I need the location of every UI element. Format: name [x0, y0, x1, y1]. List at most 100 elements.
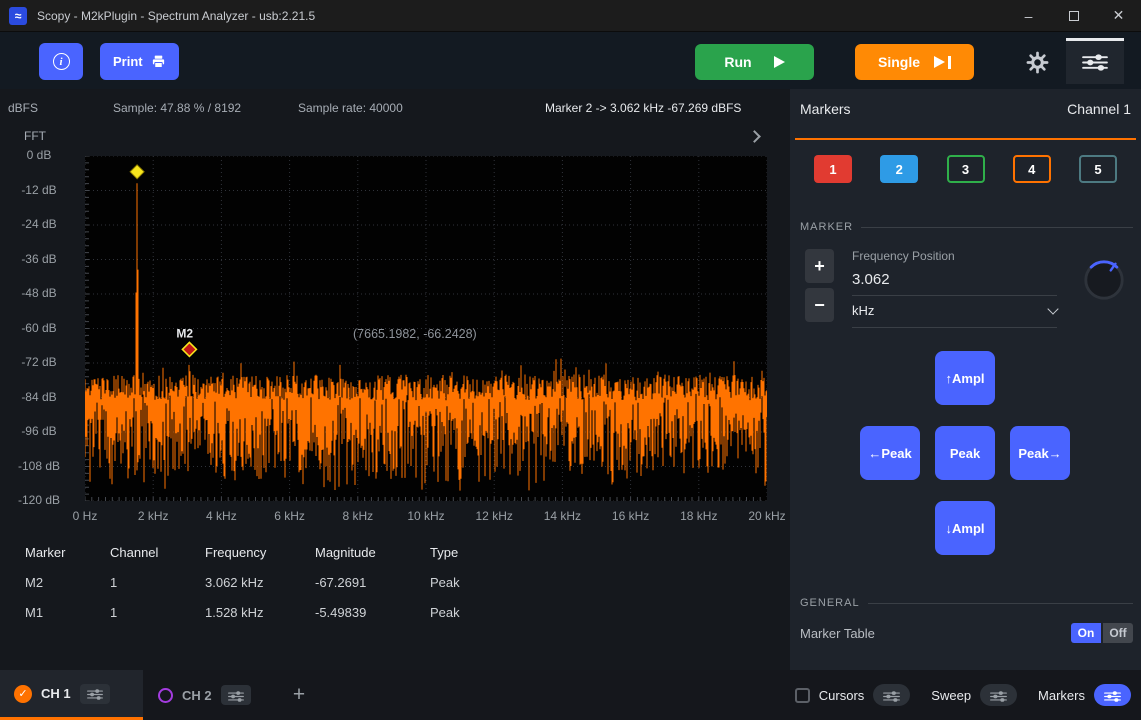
- x-axis-tick-label: 4 kHz: [206, 509, 237, 523]
- peak-button[interactable]: Peak: [935, 426, 995, 480]
- x-axis-tick-label: 6 kHz: [274, 509, 305, 523]
- print-button[interactable]: Print: [100, 43, 179, 80]
- decrement-button[interactable]: −: [805, 288, 834, 322]
- channel2-tab[interactable]: CH 2: [158, 670, 251, 720]
- peak-left-button[interactable]: ←Peak: [860, 426, 920, 480]
- cursors-checkbox[interactable]: [795, 688, 810, 703]
- marker-table-header-row: MarkerChannelFrequencyMagnitudeType: [25, 537, 775, 567]
- info-button[interactable]: i: [39, 43, 83, 80]
- x-axis-tick-label: 12 kHz: [476, 509, 513, 523]
- y-axis-tick-label: -96 dB: [0, 424, 78, 438]
- marker-table-cell: 1: [110, 575, 205, 590]
- marker-select-button-2[interactable]: 2: [880, 155, 918, 183]
- marker-table-setting-row: Marker Table On Off: [800, 623, 1133, 643]
- ampl-down-button[interactable]: ↓Ampl: [935, 501, 995, 555]
- marker-select-button-5[interactable]: 5: [1079, 155, 1117, 183]
- marker-table-row[interactable]: M213.062 kHz-67.2691Peak: [25, 567, 775, 597]
- frequency-input[interactable]: [852, 271, 1057, 296]
- y-axis-tick-label: -108 dB: [0, 459, 78, 473]
- marker-table-cell: -5.49839: [315, 605, 430, 620]
- app-window: ≈ Scopy - M2kPlugin - Spectrum Analyzer …: [0, 0, 1141, 720]
- markers-settings-button[interactable]: [1094, 684, 1131, 706]
- y-axis-tick-label: -84 dB: [0, 390, 78, 404]
- y-axis-tick-label: -72 dB: [0, 355, 78, 369]
- cursors-settings-button[interactable]: [873, 684, 910, 706]
- add-channel-button[interactable]: +: [286, 682, 312, 708]
- channel1-settings-button[interactable]: [80, 684, 110, 704]
- printer-icon: [151, 54, 166, 69]
- close-icon: ✕: [1113, 7, 1125, 24]
- spectrum-trace: M2 (7665.1982, -66.2428): [85, 156, 767, 501]
- y-axis-tick-label: -24 dB: [0, 217, 78, 231]
- maximize-button[interactable]: [1051, 0, 1096, 32]
- minimize-icon: –: [1025, 8, 1033, 24]
- svg-text:(7665.1982, -66.2428): (7665.1982, -66.2428): [353, 327, 477, 341]
- increment-button[interactable]: +: [805, 249, 834, 283]
- collapse-panel-chevron-icon[interactable]: [748, 130, 761, 143]
- maximize-icon: [1069, 11, 1079, 21]
- preferences-button[interactable]: [1022, 47, 1052, 77]
- x-axis-tick-label: 20 kHz: [748, 509, 785, 523]
- toggle-off[interactable]: Off: [1103, 623, 1133, 643]
- channel2-settings-button[interactable]: [221, 685, 251, 705]
- sliders-icon: [1104, 690, 1121, 701]
- frequency-knob[interactable]: [1081, 257, 1127, 303]
- titlebar: ≈ Scopy - M2kPlugin - Spectrum Analyzer …: [0, 0, 1141, 32]
- channel2-disabled-circle-icon[interactable]: [158, 688, 173, 703]
- marker-table-cell: Peak: [430, 575, 775, 590]
- marker-select-button-3[interactable]: 3: [947, 155, 985, 183]
- frequency-position-label: Frequency Position: [852, 249, 955, 263]
- marker-table-cell: Peak: [430, 605, 775, 620]
- x-axis-tick-label: 10 kHz: [407, 509, 444, 523]
- tool-menu-button[interactable]: [1066, 38, 1124, 84]
- sweep-settings-button[interactable]: [980, 684, 1017, 706]
- frequency-unit-value: kHz: [852, 303, 874, 318]
- marker-table-toggle-label: Marker Table: [800, 626, 875, 641]
- marker-table-body: M213.062 kHz-67.2691PeakM111.528 kHz-5.4…: [25, 567, 775, 627]
- frequency-unit-dropdown[interactable]: kHz: [852, 303, 1057, 328]
- x-axis-tick-label: 14 kHz: [544, 509, 581, 523]
- sample-rate-label: Sample rate: 40000: [298, 101, 403, 115]
- marker-select-button-1[interactable]: 1: [814, 155, 852, 183]
- marker-table-header: Marker: [25, 545, 110, 560]
- x-axis-tick-label: 16 kHz: [612, 509, 649, 523]
- knob-icon: [1081, 257, 1127, 303]
- ampl-up-button[interactable]: ↑Ampl: [935, 351, 995, 405]
- marker-table-toggle: On Off: [1071, 623, 1133, 643]
- sliders-icon: [990, 690, 1007, 701]
- svg-text:M2: M2: [176, 326, 193, 340]
- x-axis-tick-label: 2 kHz: [138, 509, 169, 523]
- marker-table-header: Magnitude: [315, 545, 430, 560]
- window-title: Scopy - M2kPlugin - Spectrum Analyzer - …: [37, 9, 315, 23]
- marker-table-cell: 1.528 kHz: [205, 605, 315, 620]
- general-section-label: GENERAL: [800, 597, 860, 609]
- run-button[interactable]: Run: [695, 44, 814, 80]
- channel1-enabled-check-icon[interactable]: ✓: [14, 685, 32, 703]
- y-axis-tick-label: -12 dB: [0, 183, 78, 197]
- marker-select-button-4[interactable]: 4: [1013, 155, 1051, 183]
- marker-section-heading: MARKER: [800, 221, 1133, 233]
- chevron-down-icon: [1047, 303, 1058, 314]
- single-run-icon: [934, 56, 951, 69]
- sliders-icon: [228, 690, 244, 701]
- sliders-icon: [883, 690, 900, 701]
- single-button-label: Single: [878, 54, 920, 70]
- toggle-on[interactable]: On: [1071, 623, 1101, 643]
- sample-status-label: Sample: 47.88 % / 8192: [113, 101, 241, 115]
- gear-icon: [1026, 51, 1049, 74]
- marker-readout-label: Marker 2 -> 3.062 kHz -67.269 dBFS: [545, 101, 741, 115]
- y-axis-tick-label: 0 dB: [0, 148, 78, 162]
- panel-header: Markers Channel 1: [800, 101, 1131, 117]
- minimize-button[interactable]: –: [1006, 0, 1051, 32]
- marker-section-label: MARKER: [800, 221, 853, 233]
- close-button[interactable]: ✕: [1096, 0, 1141, 32]
- fft-mode-label: FFT: [24, 129, 46, 143]
- peak-right-button[interactable]: Peak→: [1010, 426, 1070, 480]
- channel1-tab[interactable]: ✓ CH 1: [0, 670, 143, 720]
- single-button[interactable]: Single: [855, 44, 974, 80]
- y-axis-tick-label: -36 dB: [0, 252, 78, 266]
- marker-table-header: Type: [430, 545, 775, 560]
- channel2-label: CH 2: [182, 688, 212, 703]
- marker-table-row[interactable]: M111.528 kHz-5.49839Peak: [25, 597, 775, 627]
- spectrum-plot[interactable]: M2 (7665.1982, -66.2428): [85, 156, 767, 501]
